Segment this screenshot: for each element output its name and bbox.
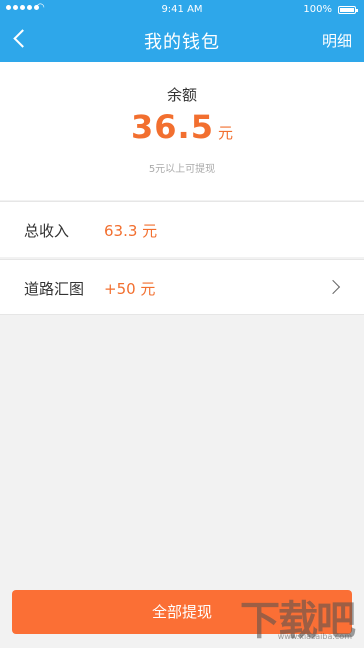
road-map-label: 道路汇图 (24, 280, 85, 298)
page-title: 我的钱包 (144, 32, 220, 53)
total-income-value: 63.3 元 (104, 222, 158, 240)
nav-bar: 我的钱包 明细 (0, 20, 364, 62)
withdraw-hint: 5元以上可提现 (148, 164, 216, 175)
balance-amount: 36.5 元 (0, 108, 364, 146)
battery-icon (338, 6, 358, 14)
total-income-row: 总收入 63.3 元 (0, 201, 364, 257)
battery-percent: 100% (303, 4, 332, 15)
chevron-right-icon (325, 279, 341, 295)
total-income-label: 总收入 (24, 222, 70, 240)
watermark-url: www.xiazaiba.com (277, 632, 352, 641)
balance-value: 36.5 (131, 108, 214, 146)
road-map-value: +50 元 (104, 280, 156, 298)
balance-card: 余额 36.5 元 5元以上可提现 (0, 62, 364, 200)
road-map-row[interactable]: 道路汇图 +50 元 (0, 259, 364, 315)
detail-button[interactable]: 明细 (322, 30, 352, 51)
balance-label: 余额 (166, 86, 197, 104)
status-bar: ◠ 9:41 AM 100% (0, 0, 364, 20)
balance-unit: 元 (217, 124, 233, 142)
header: ◠ 9:41 AM 100% 我的钱包 明细 (0, 0, 364, 62)
